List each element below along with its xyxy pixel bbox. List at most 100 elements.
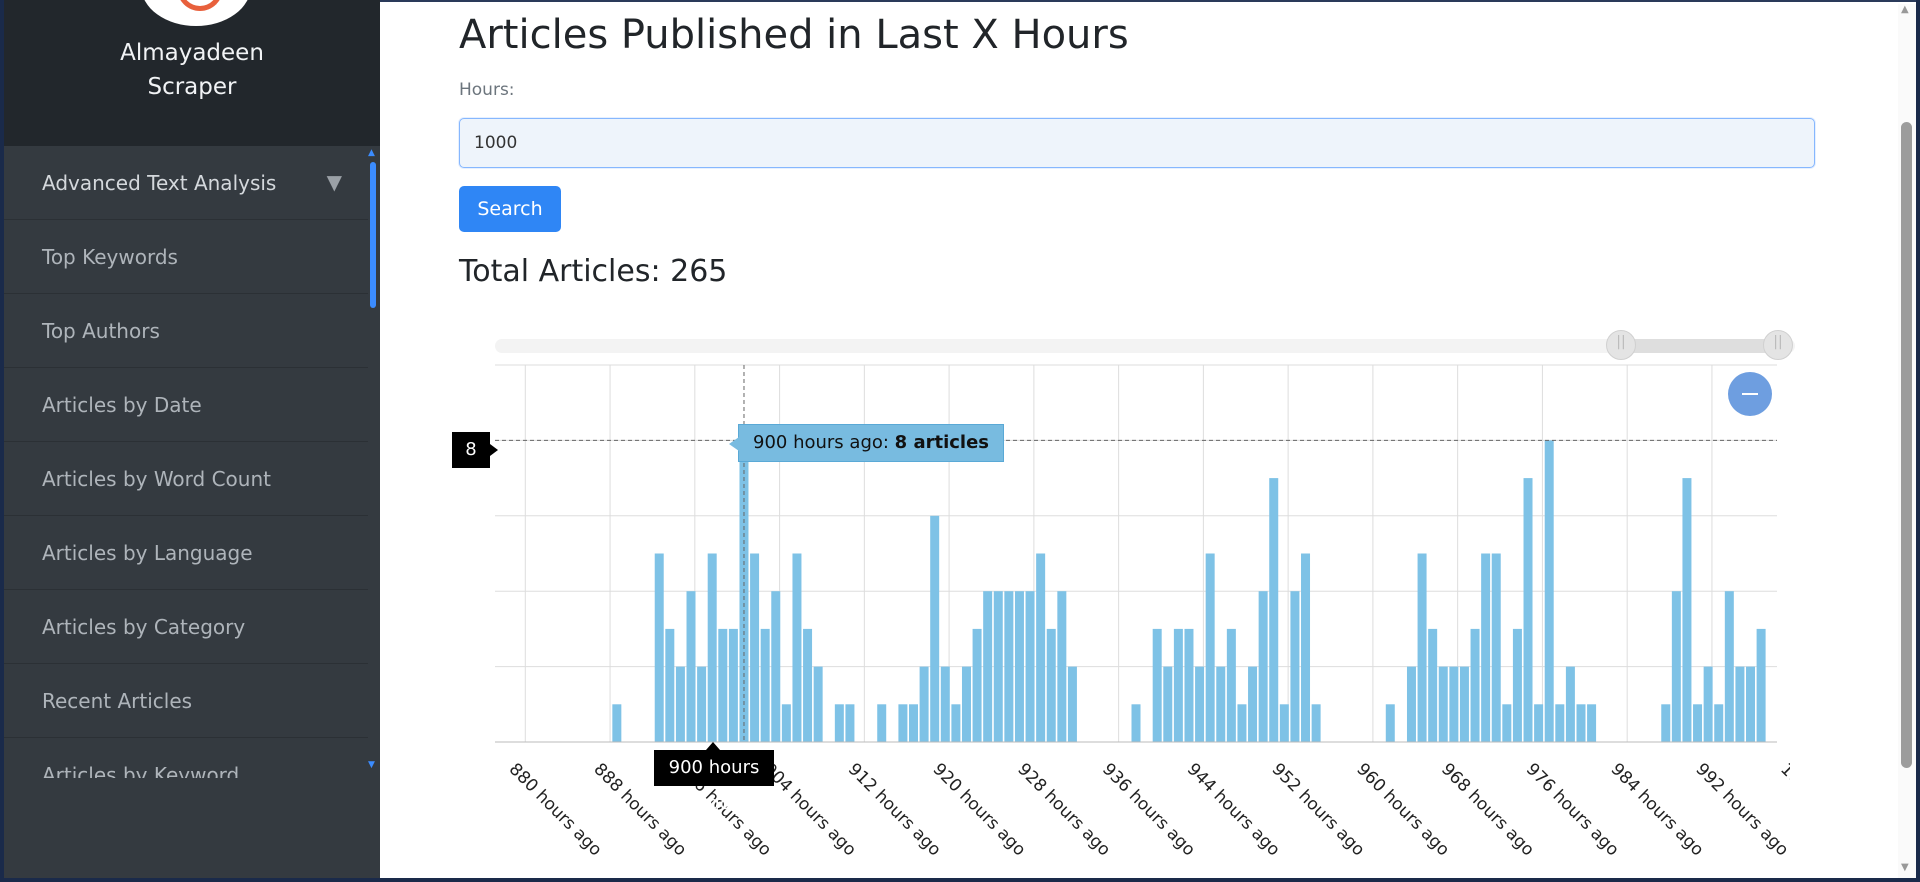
chart-bar[interactable] — [697, 666, 707, 742]
chart-bar[interactable] — [1502, 704, 1512, 742]
chart-bar[interactable] — [1237, 704, 1247, 742]
chart-bar[interactable] — [1173, 628, 1183, 742]
sidebar-scrollbar-thumb[interactable] — [370, 162, 376, 308]
chart-bar[interactable] — [1746, 666, 1756, 742]
scroll-down-icon[interactable]: ▼ — [1901, 862, 1909, 873]
chart-bar[interactable] — [1131, 704, 1141, 742]
chart-bar[interactable] — [972, 628, 982, 742]
chart-bar[interactable] — [951, 704, 961, 742]
chart-bar[interactable] — [909, 704, 919, 742]
range-slider-right-handle[interactable] — [1763, 330, 1793, 360]
chart-bar[interactable] — [771, 591, 781, 742]
chart-bar[interactable] — [813, 666, 823, 742]
chart-bar[interactable] — [750, 553, 760, 743]
chart-bar[interactable] — [845, 704, 855, 742]
chart-bar[interactable] — [1248, 666, 1258, 742]
scroll-up-icon[interactable]: ▲ — [1901, 4, 1909, 15]
chart-bar[interactable] — [675, 666, 685, 742]
chart-bar[interactable] — [1576, 704, 1586, 742]
chart-bar[interactable] — [1163, 666, 1173, 742]
sidebar-item-articles-by-date[interactable]: Articles by Date — [4, 368, 368, 442]
chart-bar[interactable] — [1714, 704, 1724, 742]
scroll-down-icon[interactable]: ▼ — [368, 760, 375, 770]
chart-bar[interactable] — [1258, 591, 1268, 742]
chart-bar[interactable] — [877, 704, 887, 742]
articles-bar-chart[interactable]: 880 hours ago888 hours ago896 hours ago9… — [440, 360, 1790, 880]
chart-bar[interactable] — [1269, 478, 1279, 742]
chart-bar[interactable] — [1491, 553, 1501, 743]
sidebar-item-recent-articles[interactable]: Recent Articles — [4, 664, 368, 738]
chart-bar[interactable] — [1004, 591, 1014, 742]
chart-bar[interactable] — [1555, 704, 1565, 742]
chart-bar[interactable] — [940, 666, 950, 742]
chart-bar[interactable] — [1025, 591, 1035, 742]
chart-bar[interactable] — [1301, 553, 1311, 743]
chart-bar[interactable] — [1067, 666, 1077, 742]
chart-bar[interactable] — [1226, 628, 1236, 742]
chart-bar[interactable] — [1565, 666, 1575, 742]
chart-bar[interactable] — [1279, 704, 1289, 742]
chart-bar[interactable] — [1290, 591, 1300, 742]
sidebar-item-articles-by-category[interactable]: Articles by Category — [4, 590, 368, 664]
chart-bar[interactable] — [760, 628, 770, 742]
sidebar-item-articles-by-language[interactable]: Articles by Language — [4, 516, 368, 590]
chart-bar[interactable] — [1481, 553, 1491, 743]
chart-bar[interactable] — [1671, 591, 1681, 742]
sidebar-item-articles-by-word-count[interactable]: Articles by Word Count — [4, 442, 368, 516]
chart-bar[interactable] — [654, 553, 664, 743]
sidebar-item-top-keywords[interactable]: Top Keywords — [4, 220, 368, 294]
chart-bar[interactable] — [1428, 628, 1438, 742]
range-slider-track[interactable] — [495, 339, 1795, 353]
chart-bar[interactable] — [1216, 666, 1226, 742]
chart-bar[interactable] — [1459, 666, 1469, 742]
chart-bar[interactable] — [961, 666, 971, 742]
chart-bar[interactable] — [686, 591, 696, 742]
search-button[interactable]: Search — [459, 186, 561, 232]
chart-bar[interactable] — [919, 666, 929, 742]
chart-bar[interactable] — [1036, 553, 1046, 743]
chart-bar[interactable] — [803, 628, 813, 742]
range-slider-selection[interactable] — [1620, 339, 1778, 353]
sidebar-item-top-authors[interactable]: Top Authors — [4, 294, 368, 368]
chart-bar[interactable] — [1184, 628, 1194, 742]
chart-bar[interactable] — [1534, 704, 1544, 742]
chart-bar[interactable] — [834, 704, 844, 742]
chart-bar[interactable] — [1703, 666, 1713, 742]
chart-bar[interactable] — [1661, 704, 1671, 742]
chart-bar[interactable] — [1152, 628, 1162, 742]
chart-bar[interactable] — [1406, 666, 1416, 742]
chart-bar[interactable] — [1385, 704, 1395, 742]
scroll-up-icon[interactable]: ▲ — [368, 148, 375, 158]
chart-bar[interactable] — [1523, 478, 1533, 742]
chart-bar[interactable] — [707, 553, 717, 743]
chart-bar[interactable] — [1512, 628, 1522, 742]
chart-bar[interactable] — [930, 515, 940, 742]
sidebar-item-articles-by-keyword[interactable]: Articles by Keyword — [4, 738, 368, 779]
chart-bar[interactable] — [1470, 628, 1480, 742]
hours-input[interactable] — [459, 118, 1815, 168]
chart-bar[interactable] — [993, 591, 1003, 742]
chart-bar[interactable] — [898, 704, 908, 742]
chart-bar[interactable] — [792, 553, 802, 743]
caret-down-icon[interactable]: ▼ — [327, 170, 342, 194]
chart-bar[interactable] — [1756, 628, 1766, 742]
chart-bar[interactable] — [612, 704, 622, 742]
chart-bar[interactable] — [1682, 478, 1692, 742]
chart-bar[interactable] — [983, 591, 993, 742]
chart-bar[interactable] — [1544, 440, 1554, 742]
chart-bar[interactable] — [781, 704, 791, 742]
chart-bar[interactable] — [1417, 553, 1427, 743]
chart-bar[interactable] — [1587, 704, 1597, 742]
chart-bar[interactable] — [1195, 666, 1205, 742]
chart-bar[interactable] — [1724, 591, 1734, 742]
chart-bar[interactable] — [1693, 704, 1703, 742]
sidebar-item-advanced-text-analysis[interactable]: Advanced Text Analysis ▼ — [4, 146, 368, 220]
chart-bar[interactable] — [1205, 553, 1215, 743]
chart-bar[interactable] — [718, 628, 728, 742]
chart-bar[interactable] — [1057, 591, 1067, 742]
chart-bar[interactable] — [728, 628, 738, 742]
chart-bar[interactable] — [1046, 628, 1056, 742]
chart-bar[interactable] — [1438, 666, 1448, 742]
chart-bar[interactable] — [1311, 704, 1321, 742]
page-scrollbar-thumb[interactable] — [1901, 122, 1912, 768]
